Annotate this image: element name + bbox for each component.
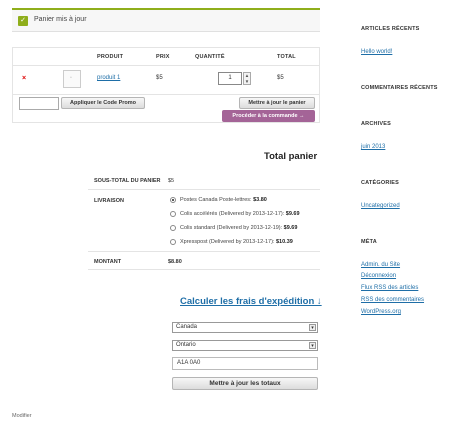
header-product: PRODUIT	[97, 54, 124, 60]
shipping-radio-1[interactable]	[170, 197, 176, 203]
archive-link[interactable]: juin 2013	[361, 144, 385, 150]
postal-code-input[interactable]: A1A 0A0	[172, 357, 318, 370]
shipping-option-4[interactable]: Xpresspost (Delivered by 2013-12-17): $1…	[180, 239, 293, 245]
quantity-input[interactable]: 1	[218, 72, 242, 85]
amount-label: MONTANT	[94, 259, 122, 265]
subtotal-label: SOUS-TOTAL DU PANIER	[94, 178, 161, 184]
amount-value: $8.80	[168, 259, 182, 265]
calculate-shipping-link[interactable]: Calculer les frais d'expédition ↓	[180, 296, 322, 307]
recent-comments-title: COMMENTAIRES RÉCENTS	[361, 85, 438, 91]
divider	[13, 65, 319, 66]
chevron-down-icon: ▾	[309, 342, 316, 349]
header-price: PRIX	[156, 54, 170, 60]
categories-title: CATÉGORIES	[361, 180, 399, 186]
item-price: $5	[156, 75, 163, 81]
checkmark-icon: ✓	[18, 16, 28, 26]
chevron-down-icon: ▾	[309, 324, 316, 331]
product-link[interactable]: produit 1	[97, 75, 120, 81]
shipping-radio-4[interactable]	[170, 239, 176, 245]
quantity-stepper[interactable]: ▲ ▼	[243, 72, 251, 85]
meta-link-comments-rss[interactable]: RSS des commentaires	[361, 297, 424, 303]
remove-item-icon[interactable]: ×	[22, 75, 26, 82]
archives-title: ARCHIVES	[361, 121, 392, 127]
proceed-to-checkout-button[interactable]: Procéder à la commande →	[222, 110, 315, 122]
header-total: TOTAL	[277, 54, 296, 60]
province-select[interactable]: Ontario ▾	[172, 340, 318, 351]
divider	[13, 94, 319, 95]
country-select[interactable]: Canada ▾	[172, 322, 318, 333]
subtotal-value: $5	[168, 178, 175, 184]
divider	[88, 189, 320, 190]
update-totals-button[interactable]: Mettre à jour les totaux	[172, 377, 318, 390]
shipping-radio-2[interactable]	[170, 211, 176, 217]
shipping-option-1[interactable]: Postes Canada Poste-lettres: $3.80	[180, 197, 267, 203]
coupon-code-input[interactable]	[19, 97, 59, 110]
apply-coupon-button[interactable]: Appliquer le Code Promo	[61, 97, 145, 109]
meta-title: MÉTA	[361, 239, 377, 245]
meta-link-admin[interactable]: Admin. du Site	[361, 262, 400, 268]
cart-table: PRODUIT PRIX QUANTITÉ TOTAL × ▫ produit …	[12, 47, 320, 123]
cart-updated-notice: ✓ Panier mis à jour	[12, 8, 320, 32]
shipping-option-3[interactable]: Colis standard (Delivered by 2013-12-19)…	[180, 225, 297, 231]
product-thumbnail[interactable]: ▫	[63, 70, 81, 88]
cart-totals-title: Total panier	[264, 151, 318, 162]
notice-message: Panier mis à jour	[34, 16, 87, 23]
recent-posts-title: ARTICLES RÉCENTS	[361, 26, 420, 32]
update-cart-button[interactable]: Mettre à jour le panier	[239, 97, 315, 109]
meta-link-posts-rss[interactable]: Flux RSS des articles	[361, 285, 418, 291]
stepper-up-icon[interactable]: ▲	[244, 73, 250, 79]
edit-link[interactable]: Modifier	[12, 413, 32, 419]
meta-link-wordpress[interactable]: WordPress.org	[361, 309, 401, 315]
meta-link-logout[interactable]: Déconnexion	[361, 273, 396, 279]
shipping-label: LIVRAISON	[94, 198, 124, 204]
divider	[88, 251, 320, 252]
divider	[88, 269, 320, 270]
recent-post-link[interactable]: Hello world!	[361, 49, 392, 55]
shipping-radio-3[interactable]	[170, 225, 176, 231]
item-total: $5	[277, 75, 284, 81]
category-link[interactable]: Uncategorized	[361, 203, 400, 209]
placeholder-image-icon: ▫	[70, 75, 72, 81]
shipping-option-2[interactable]: Colis accélérés (Delivered by 2013-12-17…	[180, 211, 300, 217]
header-quantity: QUANTITÉ	[195, 54, 225, 60]
stepper-down-icon[interactable]: ▼	[244, 79, 250, 85]
